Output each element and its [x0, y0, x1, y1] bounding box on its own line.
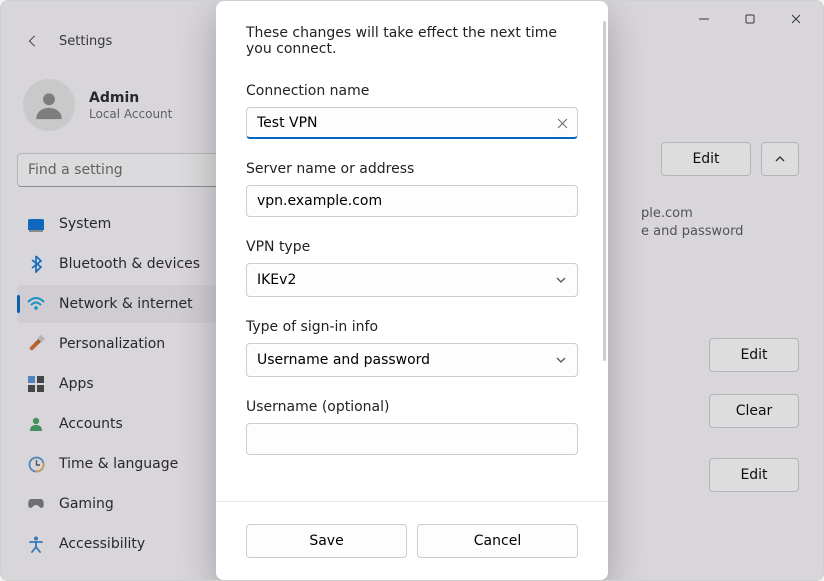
username-input[interactable]	[246, 423, 578, 455]
server-label: Server name or address	[246, 161, 578, 177]
signin-type-label: Type of sign-in info	[246, 319, 578, 335]
username-label: Username (optional)	[246, 399, 578, 415]
chevron-down-icon	[555, 274, 567, 286]
connection-name-label: Connection name	[246, 83, 578, 99]
signin-type-select[interactable]: Username and password	[246, 343, 578, 377]
save-button[interactable]: Save	[246, 524, 407, 558]
clear-input-icon[interactable]	[554, 115, 570, 131]
chevron-down-icon	[555, 354, 567, 366]
scrollbar[interactable]	[603, 21, 606, 361]
server-input[interactable]	[246, 185, 578, 217]
vpn-type-label: VPN type	[246, 239, 578, 255]
vpn-type-select[interactable]: IKEv2	[246, 263, 578, 297]
dialog-notice: These changes will take effect the next …	[246, 25, 578, 57]
cancel-button[interactable]: Cancel	[417, 524, 578, 558]
edit-vpn-dialog: These changes will take effect the next …	[216, 1, 608, 580]
connection-name-input[interactable]	[246, 107, 578, 139]
